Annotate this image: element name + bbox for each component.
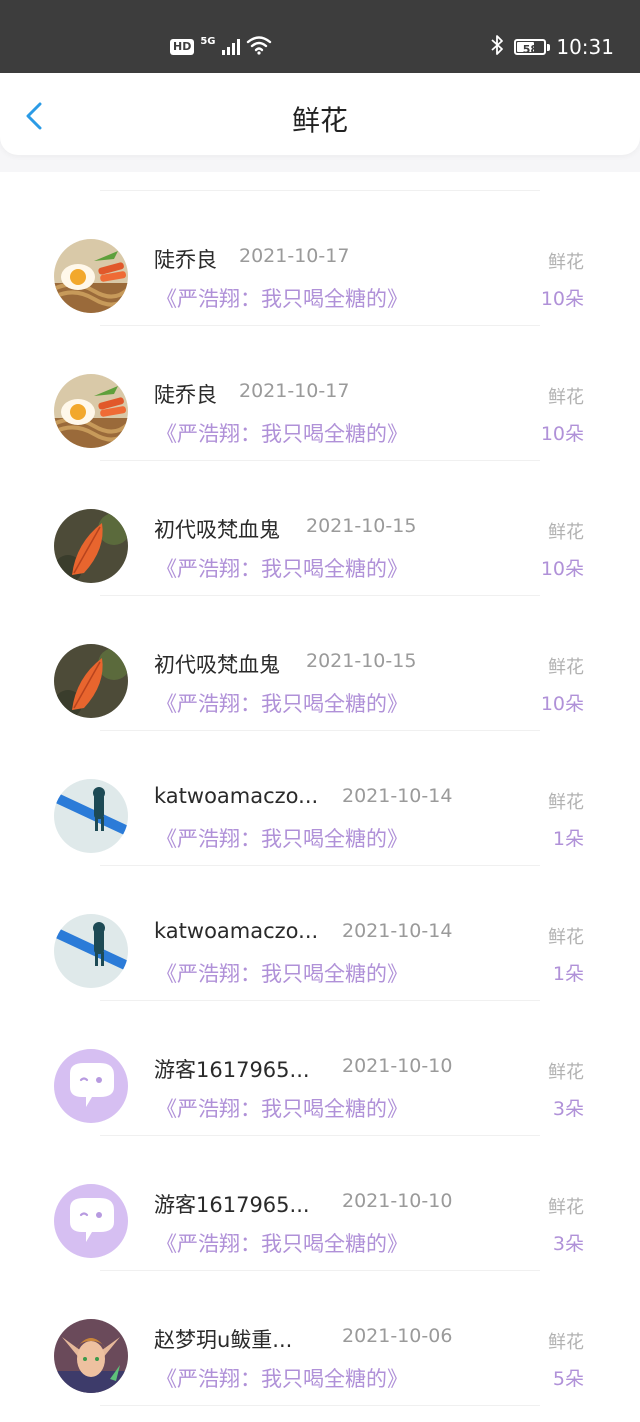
work-title[interactable]: 《严浩翔：我只喝全糖的》: [156, 823, 408, 853]
figure-banner-photo-avatar[interactable]: [54, 779, 128, 853]
record-date: 2021-10-15: [306, 650, 417, 672]
wifi-icon: [246, 35, 272, 59]
gift-count: 5朵: [552, 1368, 584, 1390]
user-name: 赵梦玥u鲅重...: [154, 1328, 293, 1352]
battery-icon: 58: [514, 39, 551, 56]
status-bar: HD 5G 58 10:31: [0, 0, 640, 73]
gift-type: 鲜花: [548, 1332, 584, 1353]
figure-banner-photo-avatar[interactable]: [54, 914, 128, 988]
user-name: 初代吸梵血鬼: [154, 653, 280, 677]
gift-count: 3朵: [552, 1233, 584, 1255]
record-date: 2021-10-10: [342, 1055, 453, 1077]
gift-type: 鲜花: [548, 522, 584, 543]
gift-count: 10朵: [540, 558, 584, 580]
gift-count: 10朵: [540, 423, 584, 445]
gift-type: 鲜花: [548, 252, 584, 273]
gift-type: 鲜花: [548, 387, 584, 408]
bluetooth-icon: [490, 34, 504, 60]
record-row[interactable]: katwoamaczo... 2021-10-14 《严浩翔：我只喝全糖的》 鲜花 1朵: [0, 731, 640, 866]
record-row[interactable]: 赵梦玥u鲅重... 2021-10-06 《严浩翔：我只喝全糖的》 鲜花 5朵: [0, 1271, 640, 1406]
work-title[interactable]: 《严浩翔：我只喝全糖的》: [156, 1228, 408, 1258]
record-row[interactable]: katwoamaczo... 2021-10-14 《严浩翔：我只喝全糖的》 鲜花 1朵: [0, 866, 640, 1001]
record-row[interactable]: 初代吸梵血鬼 2021-10-15 《严浩翔：我只喝全糖的》 鲜花 10朵: [0, 596, 640, 731]
divider: [100, 1405, 540, 1406]
egg-noodle-photo-avatar[interactable]: [54, 239, 128, 313]
flower-record-list: 陡乔良 2021-10-17 《严浩翔：我只喝全糖的》 鲜花 10朵 陡乔良 2021-10…: [0, 172, 640, 1422]
gift-type: 鲜花: [548, 792, 584, 813]
clock: 10:31: [556, 35, 614, 59]
gift-count: 1朵: [552, 963, 584, 985]
elf-character-photo-avatar[interactable]: [54, 1319, 128, 1393]
nav-bar: 鲜花: [0, 73, 640, 155]
status-icons-right: 58 10:31: [490, 33, 614, 61]
battery-level: 58: [522, 43, 539, 56]
record-date: 2021-10-15: [306, 515, 417, 537]
work-title[interactable]: 《严浩翔：我只喝全糖的》: [156, 958, 408, 988]
egg-noodle-photo-avatar[interactable]: [54, 374, 128, 448]
record-row[interactable]: 陡乔良 2021-10-17 《严浩翔：我只喝全糖的》 鲜花 10朵: [0, 326, 640, 461]
signal-icon: [221, 39, 240, 55]
network-type: 5G: [200, 35, 216, 47]
gift-type: 鲜花: [548, 927, 584, 948]
work-title[interactable]: 《严浩翔：我只喝全糖的》: [156, 283, 408, 313]
status-icons-center: HD 5G: [170, 35, 272, 59]
record-row[interactable]: 初代吸梵血鬼 2021-10-15 《严浩翔：我只喝全糖的》 鲜花 10朵: [0, 461, 640, 596]
default-chat-avatar-avatar[interactable]: [54, 1184, 128, 1258]
gift-count: 10朵: [540, 693, 584, 715]
default-chat-avatar-avatar[interactable]: [54, 1049, 128, 1123]
user-name: katwoamaczo...: [154, 919, 319, 943]
user-name: katwoamaczo...: [154, 784, 319, 808]
record-row[interactable]: 陡乔良 2021-10-17 《严浩翔：我只喝全糖的》 鲜花 10朵: [0, 191, 640, 326]
record-date: 2021-10-14: [342, 920, 453, 942]
page-title: 鲜花: [291, 104, 348, 137]
record-row[interactable]: 游客1617965... 2021-10-10 《严浩翔：我只喝全糖的》 鲜花 3朵: [0, 1136, 640, 1271]
work-title[interactable]: 《严浩翔：我只喝全糖的》: [156, 688, 408, 718]
user-name: 陡乔良: [154, 248, 217, 272]
record-date: 2021-10-17: [239, 380, 350, 402]
record-date: 2021-10-06: [342, 1325, 453, 1347]
gift-count: 3朵: [552, 1098, 584, 1120]
work-title[interactable]: 《严浩翔：我只喝全糖的》: [156, 418, 408, 448]
hd-badge: HD: [170, 39, 195, 55]
red-leaf-photo-avatar[interactable]: [54, 644, 128, 718]
user-name: 初代吸梵血鬼: [154, 518, 280, 542]
gift-count: 1朵: [552, 828, 584, 850]
user-name: 游客1617965...: [154, 1193, 310, 1217]
user-name: 游客1617965...: [154, 1058, 310, 1082]
work-title[interactable]: 《严浩翔：我只喝全糖的》: [156, 1093, 408, 1123]
work-title[interactable]: 《严浩翔：我只喝全糖的》: [156, 553, 408, 583]
gift-type: 鲜花: [548, 1062, 584, 1083]
user-name: 陡乔良: [154, 383, 217, 407]
record-row[interactable]: 游客1617965... 2021-10-10 《严浩翔：我只喝全糖的》 鲜花 3朵: [0, 1001, 640, 1136]
red-leaf-photo-avatar[interactable]: [54, 509, 128, 583]
gift-count: 10朵: [540, 288, 584, 310]
work-title[interactable]: 《严浩翔：我只喝全糖的》: [156, 1363, 408, 1393]
gift-type: 鲜花: [548, 1197, 584, 1218]
record-date: 2021-10-10: [342, 1190, 453, 1212]
record-date: 2021-10-17: [239, 245, 350, 267]
record-date: 2021-10-14: [342, 785, 453, 807]
gift-type: 鲜花: [548, 657, 584, 678]
